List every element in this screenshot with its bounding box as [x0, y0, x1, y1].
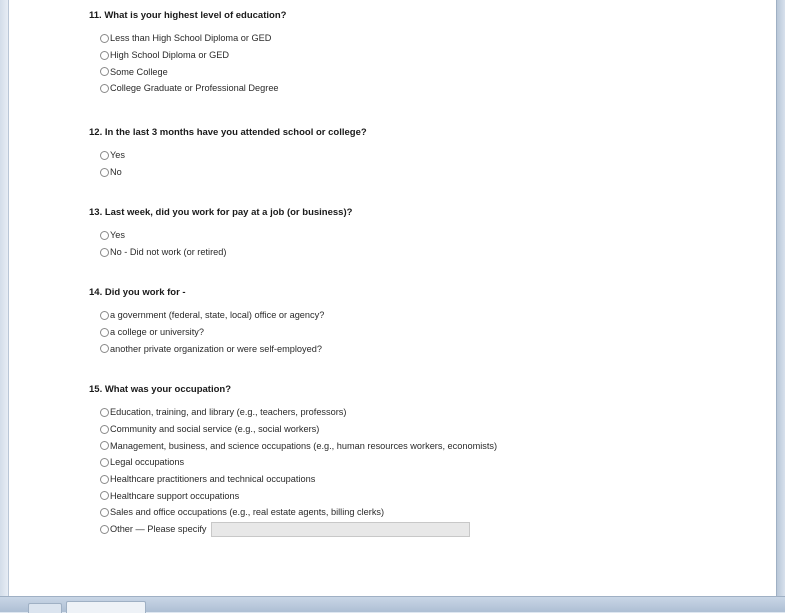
taskbar-tab[interactable] [66, 601, 146, 613]
option-government[interactable]: a government (federal, state, local) off… [89, 307, 769, 324]
radio-button[interactable] [100, 50, 109, 60]
question-title: 13. Last week, did you work for pay at a… [89, 207, 353, 218]
radio-button[interactable] [100, 457, 109, 467]
option-legal[interactable]: Legal occupations [89, 454, 769, 471]
radio-button[interactable] [100, 83, 109, 93]
option-label: College Graduate or Professional Degree [110, 83, 279, 94]
question-title: 14. Did you work for - [89, 287, 186, 298]
option-list: Yes No - Did not work (or retired) [89, 227, 769, 260]
radio-button[interactable] [100, 167, 109, 177]
question-education: 11. What is your highest level of educat… [89, 9, 769, 97]
option-healthcare-support[interactable]: Healthcare support occupations [89, 487, 769, 504]
option-private-organization[interactable]: another private organization or were sel… [89, 340, 769, 357]
radio-button[interactable] [100, 327, 109, 337]
radio-button[interactable] [100, 150, 109, 160]
question-work-for-pay: 13. Last week, did you work for pay at a… [89, 206, 769, 260]
option-less-than-high-school[interactable]: Less than High School Diploma or GED [89, 30, 769, 47]
radio-button[interactable] [100, 310, 109, 320]
radio-button[interactable] [100, 524, 109, 534]
option-label: Yes [110, 150, 125, 161]
option-label: Legal occupations [110, 457, 185, 468]
option-community-social[interactable]: Community and social service (e.g., soci… [89, 421, 769, 438]
option-healthcare-practitioners[interactable]: Healthcare practitioners and technical o… [89, 471, 769, 488]
radio-button[interactable] [100, 507, 109, 517]
radio-button[interactable] [100, 344, 109, 354]
option-list: Less than High School Diploma or GED Hig… [89, 30, 769, 97]
other-specify-input[interactable] [210, 521, 470, 537]
window-right-border [776, 0, 785, 611]
window-left-border [0, 0, 9, 611]
option-label: a government (federal, state, local) off… [110, 310, 325, 321]
option-sales-office[interactable]: Sales and office occupations (e.g., real… [89, 504, 769, 521]
option-label: Management, business, and science occupa… [110, 440, 498, 451]
radio-button[interactable] [100, 441, 109, 451]
radio-button[interactable] [100, 407, 109, 417]
option-list: Yes No [89, 147, 769, 180]
radio-button[interactable] [100, 491, 109, 501]
option-no[interactable]: No [89, 164, 769, 181]
option-yes[interactable]: Yes [89, 147, 769, 164]
option-label: No [110, 167, 122, 178]
option-no-did-not-work[interactable]: No - Did not work (or retired) [89, 244, 769, 261]
taskbar-tab[interactable] [28, 603, 62, 613]
question-occupation: 15. What was your occupation? Education,… [89, 383, 769, 538]
radio-button[interactable] [100, 67, 109, 77]
option-label: No - Did not work (or retired) [110, 247, 227, 258]
option-other[interactable]: Other — Please specify [89, 521, 769, 538]
option-high-school-diploma[interactable]: High School Diploma or GED [89, 47, 769, 64]
radio-button[interactable] [100, 230, 109, 240]
option-list: a government (federal, state, local) off… [89, 307, 769, 357]
option-college-graduate[interactable]: College Graduate or Professional Degree [89, 80, 769, 97]
option-label: another private organization or were sel… [110, 343, 322, 354]
option-label: High School Diploma or GED [110, 50, 229, 61]
option-yes[interactable]: Yes [89, 227, 769, 244]
bottom-taskbar [0, 596, 785, 613]
question-title: 12. In the last 3 months have you attend… [89, 127, 367, 138]
option-education-training[interactable]: Education, training, and library (e.g., … [89, 404, 769, 421]
question-title: 11. What is your highest level of educat… [89, 10, 287, 21]
option-label: Other — Please specify [110, 524, 207, 535]
option-label: Less than High School Diploma or GED [110, 33, 272, 44]
radio-button[interactable] [100, 474, 109, 484]
option-management-business[interactable]: Management, business, and science occupa… [89, 437, 769, 454]
option-some-college[interactable]: Some College [89, 63, 769, 80]
radio-button[interactable] [100, 247, 109, 257]
question-employer-type: 14. Did you work for - a government (fed… [89, 286, 769, 357]
survey-page: 11. What is your highest level of educat… [9, 0, 776, 596]
radio-button[interactable] [100, 424, 109, 434]
option-label: Education, training, and library (e.g., … [110, 407, 347, 418]
option-label: Yes [110, 230, 125, 241]
option-label: Healthcare practitioners and technical o… [110, 474, 316, 485]
radio-button[interactable] [100, 33, 109, 43]
option-label: a college or university? [110, 327, 204, 338]
question-title: 15. What was your occupation? [89, 384, 231, 395]
option-list: Education, training, and library (e.g., … [89, 404, 769, 538]
option-label: Community and social service (e.g., soci… [110, 424, 320, 435]
question-attended-school: 12. In the last 3 months have you attend… [89, 126, 769, 180]
option-label: Healthcare support occupations [110, 490, 240, 501]
option-college-university[interactable]: a college or university? [89, 324, 769, 341]
option-label: Some College [110, 66, 168, 77]
option-label: Sales and office occupations (e.g., real… [110, 507, 385, 518]
